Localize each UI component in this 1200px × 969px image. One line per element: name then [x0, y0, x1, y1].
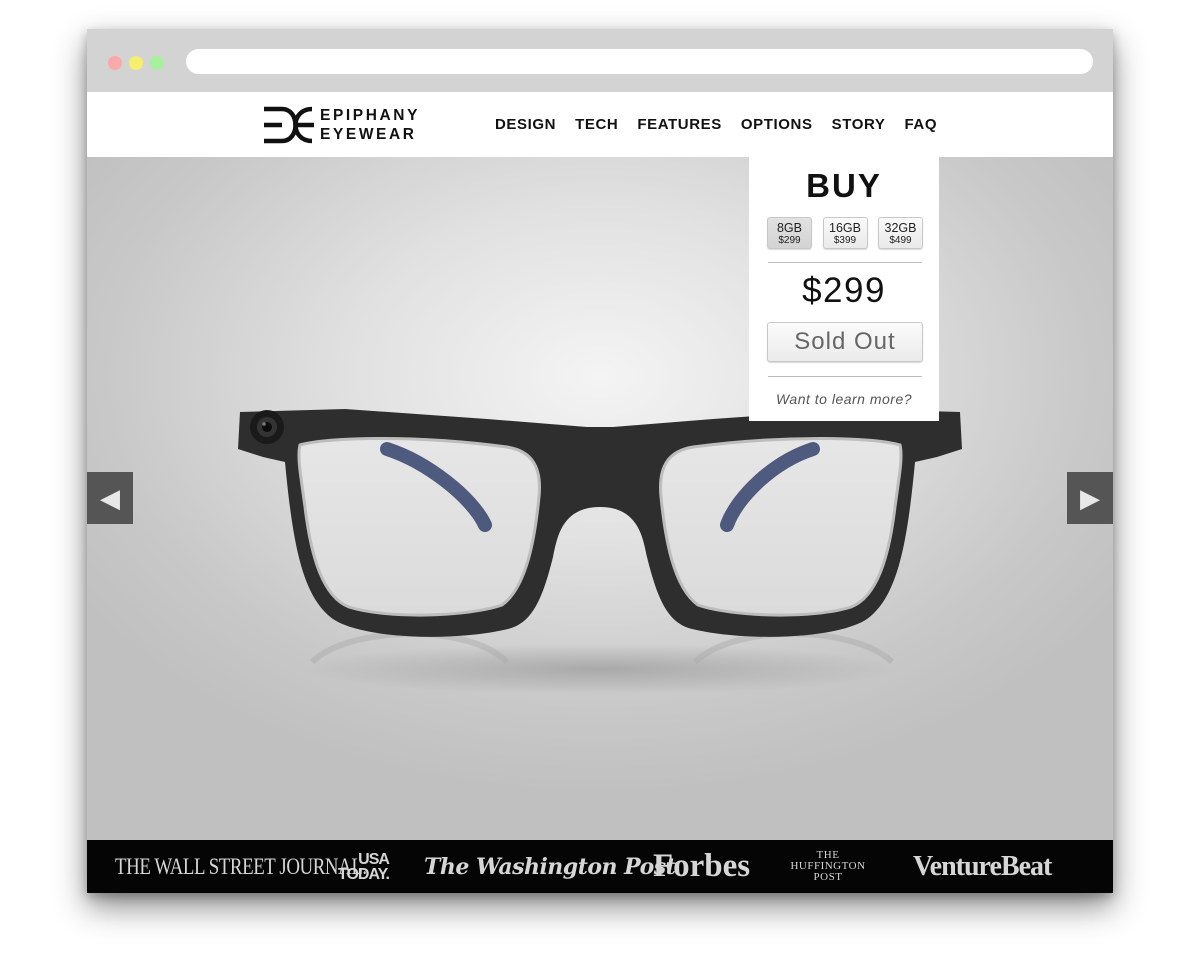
browser-window: EPIPHANY EYEWEAR DESIGN TECH FEATURES OP…: [87, 29, 1113, 893]
huffington-line-3: POST: [813, 871, 843, 883]
option-price: $299: [778, 235, 801, 246]
selected-price: $299: [802, 271, 886, 310]
press-logo-wsj: THE WALL STREET JOURNAL.: [115, 853, 367, 879]
brand-line-2: EYEWEAR: [320, 126, 417, 143]
main-nav: DESIGN TECH FEATURES OPTIONS STORY FAQ: [495, 92, 937, 157]
nav-design[interactable]: DESIGN: [495, 116, 556, 133]
brand-line-1: EPIPHANY: [320, 107, 421, 124]
press-logo-forbes: Forbes: [653, 848, 751, 884]
press-logo-venturebeat: VentureBeat: [913, 850, 1052, 882]
option-8gb-button[interactable]: 8GB $299: [767, 217, 812, 249]
option-size: 32GB: [884, 221, 917, 235]
option-32gb-button[interactable]: 32GB $499: [878, 217, 923, 249]
nav-faq[interactable]: FAQ: [904, 116, 937, 133]
site-header: EPIPHANY EYEWEAR DESIGN TECH FEATURES OP…: [87, 92, 1113, 157]
nav-story[interactable]: STORY: [832, 116, 886, 133]
option-price: $499: [889, 235, 912, 246]
brand-wordmark: EPIPHANY EYEWEAR: [320, 106, 420, 144]
divider: [768, 376, 922, 377]
buy-panel: BUY 8GB $299 16GB $399 32GB $499 $299 So…: [749, 157, 939, 421]
triangle-left-icon: ◀: [100, 483, 120, 513]
press-logo-usa-today: USA TODAY.: [338, 840, 390, 893]
hero-carousel: ◀ ▶: [87, 157, 1113, 840]
address-bar[interactable]: [186, 49, 1093, 74]
option-size: 8GB: [776, 221, 802, 235]
press-logos-bar: THE WALL STREET JOURNAL. USA TODAY. The …: [87, 840, 1113, 893]
learn-more-link[interactable]: Want to learn more?: [749, 391, 939, 407]
buy-title: BUY: [806, 167, 882, 204]
carousel-prev-button[interactable]: ◀: [87, 472, 133, 524]
triangle-right-icon: ▶: [1080, 483, 1100, 513]
press-logo-washington-post: The Washington Post: [424, 853, 676, 880]
glasses-product-image: [238, 409, 962, 695]
option-size: 16GB: [829, 221, 861, 235]
usa-today-line-2: TODAY.: [338, 865, 390, 883]
usa-today-line-1: USA: [358, 850, 390, 868]
sold-out-button[interactable]: Sold Out: [767, 322, 923, 362]
nav-options[interactable]: OPTIONS: [741, 116, 813, 133]
logo-mark-icon: [264, 106, 314, 144]
nav-features[interactable]: FEATURES: [637, 116, 722, 133]
browser-chrome: [87, 29, 1113, 92]
press-logo-huffington-post: THE HUFFINGTON POST: [787, 840, 869, 893]
brand-logo[interactable]: EPIPHANY EYEWEAR: [264, 103, 464, 145]
carousel-next-button[interactable]: ▶: [1067, 472, 1113, 524]
nav-tech[interactable]: TECH: [575, 116, 618, 133]
option-price: $399: [833, 235, 857, 246]
divider: [768, 262, 922, 263]
close-window-icon[interactable]: [108, 56, 122, 70]
storage-options: 8GB $299 16GB $399 32GB $499: [767, 217, 923, 249]
minimize-window-icon[interactable]: [129, 56, 143, 70]
maximize-window-icon[interactable]: [150, 56, 164, 70]
option-16gb-button[interactable]: 16GB $399: [822, 217, 868, 249]
